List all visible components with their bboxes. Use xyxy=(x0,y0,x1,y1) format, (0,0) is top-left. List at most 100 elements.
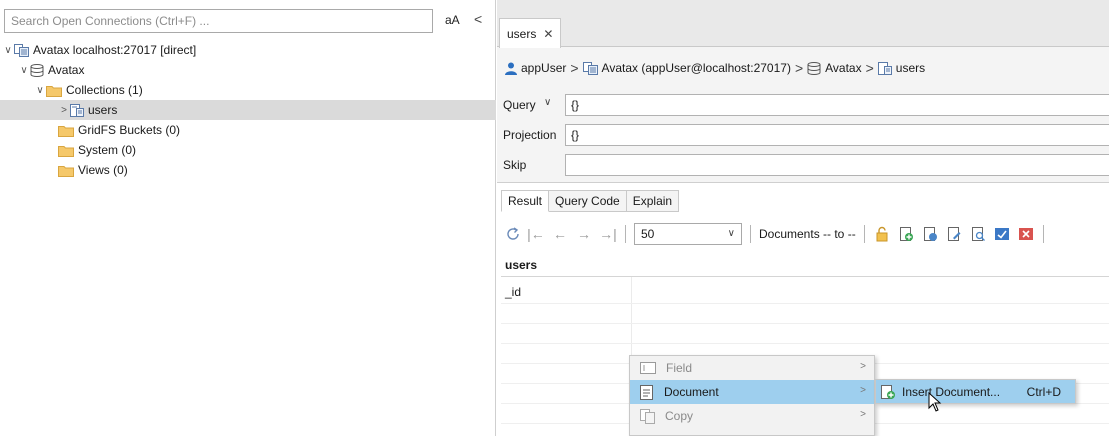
breadcrumb: appUser > Avatax (appUser@localhost:2701… xyxy=(505,54,925,82)
menu-item-partial xyxy=(630,428,874,435)
chevron-down-icon[interactable]: ∨ xyxy=(18,65,30,76)
menu-item-label: Insert Document... xyxy=(902,384,1001,399)
grid-row-line xyxy=(501,343,1109,344)
chevron-down-icon: ∨ xyxy=(727,228,735,239)
tree-item-label: Avatax localhost:27017 [direct] xyxy=(33,43,197,57)
collection-icon xyxy=(877,61,892,75)
chevron-down-icon[interactable]: ∨ xyxy=(544,97,551,108)
result-toolbar: |← ← → →| 50 ∨ Documents -- to -- xyxy=(505,222,1046,246)
tree-item-system[interactable]: System (0) xyxy=(0,140,496,160)
mouse-cursor-icon xyxy=(928,391,942,415)
menu-item-copy[interactable]: Copy > xyxy=(630,404,874,428)
server-icon xyxy=(582,61,598,75)
chevron-right-icon[interactable]: > xyxy=(58,105,70,116)
toolbar-divider xyxy=(1042,225,1044,243)
menu-item-insert-document[interactable]: Insert Document... Ctrl+D xyxy=(876,380,1075,403)
collapse-pane-button[interactable]: < xyxy=(474,11,482,27)
collection-icon xyxy=(70,103,84,117)
chevron-right-icon: > xyxy=(860,361,866,372)
tree-item-gridfs[interactable]: GridFS Buckets (0) xyxy=(0,120,496,140)
breadcrumb-database[interactable]: Avatax xyxy=(825,61,861,75)
grid-row-line xyxy=(501,323,1109,324)
context-menu: Field > Document > Copy > xyxy=(629,355,875,436)
tree-item-label: GridFS Buckets (0) xyxy=(78,123,181,137)
validate-icon[interactable] xyxy=(993,225,1011,243)
menu-item-label: Copy xyxy=(665,409,694,423)
page-size-select[interactable]: 50 ∨ xyxy=(634,223,742,245)
user-icon xyxy=(505,62,517,75)
chevron-right-icon: > xyxy=(860,409,866,420)
connection-tree-pane: aA < ∨ Avatax localhost:27017 [direct] ∨… xyxy=(0,0,496,436)
database-icon xyxy=(30,63,44,77)
tab-users[interactable]: users ✕ xyxy=(499,18,561,48)
grid-row-line xyxy=(501,303,1109,304)
field-icon xyxy=(640,362,656,374)
search-input[interactable] xyxy=(4,9,433,33)
projection-input[interactable]: {} xyxy=(565,124,1109,146)
menu-item-field[interactable]: Field > xyxy=(630,356,874,380)
menu-item-label: Document xyxy=(664,385,719,399)
tree-item-label: Views (0) xyxy=(78,163,128,177)
chevron-right-icon: > xyxy=(860,385,866,396)
folder-icon xyxy=(46,84,62,97)
breadcrumb-separator: > xyxy=(865,60,874,76)
document-range-text: Documents -- to -- xyxy=(759,227,856,241)
skip-label: Skip xyxy=(503,158,527,172)
skip-row: Skip xyxy=(497,152,1109,180)
folder-icon xyxy=(58,124,74,137)
edit-document-icon[interactable] xyxy=(945,225,963,243)
tree-item-label: Collections (1) xyxy=(66,83,143,97)
tree-item-database[interactable]: ∨ Avatax xyxy=(0,60,496,80)
page-size-value: 50 xyxy=(641,227,655,241)
match-case-toggle[interactable]: aA xyxy=(445,13,460,27)
query-label: Query xyxy=(503,98,536,112)
close-icon[interactable]: ✕ xyxy=(543,27,553,41)
tree-item-connection[interactable]: ∨ Avatax localhost:27017 [direct] xyxy=(0,40,496,60)
shortcut-label: Ctrl+D xyxy=(1026,385,1061,399)
toolbar-divider xyxy=(625,225,626,243)
view-document-icon[interactable] xyxy=(969,225,987,243)
previous-page-icon[interactable]: ← xyxy=(551,226,569,242)
skip-input[interactable] xyxy=(565,154,1109,176)
toolbar-divider xyxy=(750,225,751,243)
delete-icon[interactable] xyxy=(1017,225,1035,243)
lock-icon[interactable] xyxy=(873,225,891,243)
tree-item-label: System (0) xyxy=(78,143,137,157)
clone-document-icon[interactable] xyxy=(921,225,939,243)
tree-item-collections[interactable]: ∨ Collections (1) xyxy=(0,80,496,100)
breadcrumb-user[interactable]: appUser xyxy=(521,61,566,75)
tree-item-label: Avatax xyxy=(48,63,85,77)
tab-result[interactable]: Result xyxy=(501,190,550,212)
tab-label: users xyxy=(507,26,537,41)
collection-label: users xyxy=(505,258,538,272)
tab-explain[interactable]: Explain xyxy=(626,190,680,212)
next-page-icon[interactable]: → xyxy=(575,226,593,242)
query-input[interactable]: {} xyxy=(565,94,1109,116)
toolbar-divider xyxy=(863,225,865,243)
add-document-icon[interactable] xyxy=(897,225,915,243)
tab-strip: users ✕ xyxy=(497,0,1109,48)
copy-icon xyxy=(640,408,655,424)
breadcrumb-collection[interactable]: users xyxy=(896,61,925,75)
database-icon xyxy=(807,61,821,75)
query-row: Query ∨ {} xyxy=(497,92,1109,120)
document-icon xyxy=(640,384,654,400)
connection-search-row: aA < xyxy=(4,9,492,33)
column-header-id[interactable]: _id xyxy=(505,285,521,299)
projection-label: Projection xyxy=(503,128,557,142)
last-page-icon[interactable]: →| xyxy=(599,226,617,242)
document-submenu: Insert Document... Ctrl+D xyxy=(875,379,1076,404)
refresh-icon[interactable] xyxy=(505,226,521,242)
first-page-icon[interactable]: |← xyxy=(527,226,545,242)
tree-item-users[interactable]: > users xyxy=(0,100,496,120)
chevron-down-icon[interactable]: ∨ xyxy=(34,85,46,96)
folder-icon xyxy=(58,144,74,157)
tab-query-code[interactable]: Query Code xyxy=(549,190,627,212)
folder-icon xyxy=(58,164,74,177)
menu-item-document[interactable]: Document > xyxy=(630,380,874,404)
insert-document-icon xyxy=(880,384,896,400)
breadcrumb-connection[interactable]: Avatax (appUser@localhost:27017) xyxy=(602,61,791,75)
tree-item-views[interactable]: Views (0) xyxy=(0,160,496,180)
tree-item-label: users xyxy=(88,103,118,117)
chevron-down-icon[interactable]: ∨ xyxy=(2,45,14,56)
